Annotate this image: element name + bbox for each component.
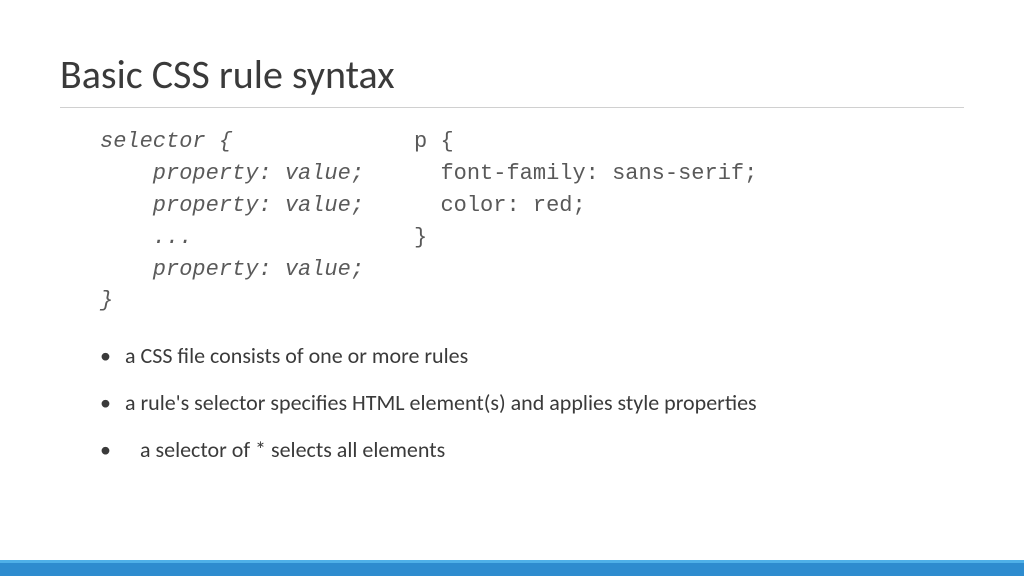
title-rule [60,107,964,108]
code-template: selector { property: value; property: va… [100,126,364,317]
code-columns: selector { property: value; property: va… [100,126,964,317]
slide: Basic CSS rule syntax selector { propert… [0,0,1024,464]
footer-accent-bar [0,560,1024,576]
bullet-list: a CSS file consists of one or more rules… [100,342,964,464]
code-example: p { font-family: sans-serif; color: red;… [414,126,757,317]
page-title: Basic CSS rule syntax [60,50,964,99]
list-item: a CSS file consists of one or more rules [100,342,964,371]
list-item: a selector of * selects all elements [100,436,964,465]
list-item: a rule's selector specifies HTML element… [100,389,964,418]
